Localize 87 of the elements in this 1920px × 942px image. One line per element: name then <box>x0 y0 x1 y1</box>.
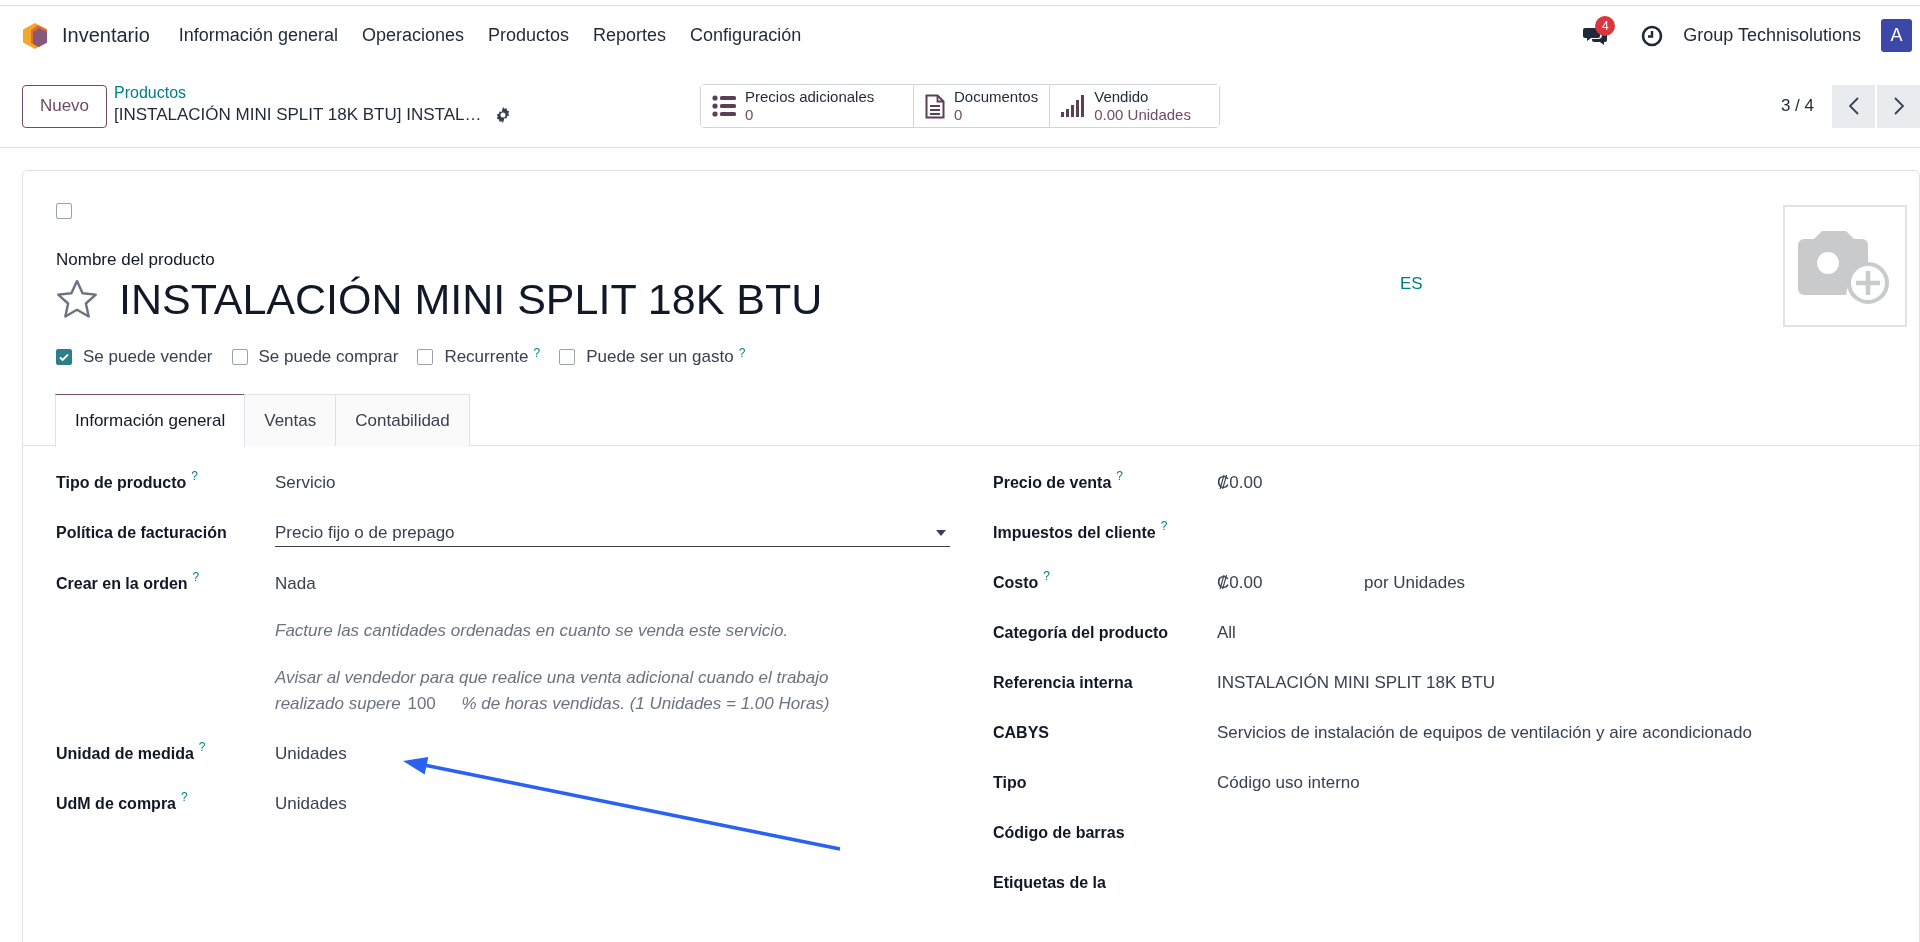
field-value: Servicio <box>275 473 336 492</box>
next-button[interactable] <box>1877 84 1920 128</box>
tab[interactable]: Contabilidad <box>335 394 470 446</box>
checkbox[interactable] <box>231 349 248 365</box>
help-tooltip[interactable]: ? <box>192 571 200 583</box>
help-tooltip[interactable]: ? <box>1043 570 1050 582</box>
field-value: Servicios de instalación de equipos de ventilación y aire acondicionado <box>1217 723 1752 742</box>
percentage-field[interactable]: 100 <box>405 691 462 717</box>
stat-label: Precios adicionales <box>745 88 875 105</box>
menu-item[interactable]: Productos <box>476 25 582 46</box>
help-text: Facture las cantidades ordenadas en cuanto se venda este servicio. <box>275 621 789 640</box>
stat-value: 0.00 Unidades <box>1094 106 1191 123</box>
pager-counter: 3 / 4 <box>1780 96 1814 116</box>
field-label: Precio de venta <box>993 474 1112 491</box>
new-button[interactable]: Nuevo <box>22 84 107 128</box>
tab[interactable]: Información general <box>55 394 246 447</box>
record-title: [INSTALACIÓN MINI SPLIT 18K BTU] INSTAL… <box>114 104 482 126</box>
record-checkbox[interactable] <box>56 203 72 219</box>
app-name[interactable]: Inventario <box>62 24 150 47</box>
menu-item[interactable]: Información general <box>166 25 350 46</box>
stat-label: Documentos <box>954 88 1039 105</box>
help-tooltip[interactable]: ? <box>191 470 199 482</box>
clock-icon[interactable] <box>1641 24 1664 47</box>
field-value: Unidades <box>275 794 347 813</box>
field-label: Impuestos del cliente <box>993 524 1156 541</box>
checkbox-label: Puede ser un gasto <box>586 347 734 367</box>
previous-button[interactable] <box>1832 84 1875 128</box>
field-label: Tipo <box>993 774 1027 791</box>
help-tooltip[interactable]: ? <box>198 741 206 753</box>
field-label: Unidad de medida <box>56 745 194 762</box>
tab[interactable]: Ventas <box>244 394 337 446</box>
field-label: Política de facturación <box>56 524 227 541</box>
company-switcher[interactable]: Group Technisolutions <box>1683 25 1861 46</box>
help-tooltip[interactable]: ? <box>533 347 541 359</box>
notification-badge: 4 <box>1595 15 1616 36</box>
select-field[interactable]: Precio fijo o de prepago <box>275 520 950 547</box>
help-tooltip[interactable]: ? <box>1160 520 1168 532</box>
help-text: Avisar al vendedor para que realice una venta adicional cuando el trabajo <box>275 668 829 687</box>
signal-bars-icon <box>1061 95 1086 117</box>
stat-label: Vendido <box>1094 88 1149 105</box>
chevron-left-icon <box>1848 97 1859 115</box>
help-text: realizado supere <box>275 694 401 713</box>
stat-button[interactable]: Vendido 0.00 Unidades <box>1049 85 1220 127</box>
field-value: ₡0.00 <box>1217 473 1263 492</box>
field-label: Etiquetas de la <box>993 874 1106 891</box>
stat-value: 0 <box>745 106 754 123</box>
star-icon[interactable] <box>56 279 98 319</box>
stat-value: 0 <box>954 106 963 123</box>
product-name[interactable]: INSTALACIÓN MINI SPLIT 18K BTU <box>119 274 823 324</box>
field-label: Categoría del producto <box>993 624 1169 641</box>
checkbox-label: Se puede comprar <box>258 347 399 367</box>
menu-item[interactable]: Operaciones <box>349 25 476 46</box>
help-tooltip[interactable]: ? <box>738 347 746 359</box>
breadcrumb-link[interactable]: Productos <box>114 82 512 104</box>
field-label: Código de barras <box>993 824 1125 841</box>
checkbox[interactable] <box>417 349 434 365</box>
field-label: Tipo de producto <box>56 474 187 491</box>
caret-down-icon <box>936 530 946 536</box>
checkbox-label: Recurrente <box>444 347 529 367</box>
checkbox[interactable] <box>56 349 72 365</box>
list-icon <box>712 95 736 117</box>
menu-item[interactable]: Configuración <box>678 25 814 46</box>
help-tooltip[interactable]: ? <box>181 791 188 803</box>
unit-text: por Unidades <box>1364 573 1466 592</box>
field-label: Referencia interna <box>993 674 1133 691</box>
field-value: ₡0.00 <box>1217 572 1264 594</box>
field-value: All <box>1217 623 1236 642</box>
field-label: Nombre del producto <box>56 249 216 271</box>
field-label: Costo <box>993 574 1039 591</box>
field-value: Código uso interno <box>1217 773 1360 792</box>
field-label: Crear en la orden <box>56 575 188 592</box>
field-value: Unidades <box>275 744 347 763</box>
field-value: INSTALACIÓN MINI SPLIT 18K BTU <box>1217 673 1496 692</box>
app-logo-icon[interactable] <box>22 21 48 50</box>
settings-icon[interactable] <box>495 107 512 123</box>
field-label: UdM de compra <box>56 795 176 812</box>
menu-item[interactable]: Reportes <box>581 25 679 46</box>
document-icon <box>925 93 945 119</box>
language-button[interactable]: ES <box>1400 274 1423 294</box>
field-label: CABYS <box>993 724 1049 741</box>
user-avatar[interactable]: A <box>1881 19 1912 52</box>
checkbox-label: Se puede vender <box>83 347 213 367</box>
checkbox[interactable] <box>559 349 576 365</box>
field-value: Nada <box>275 574 316 593</box>
chevron-right-icon <box>1893 97 1904 115</box>
help-text: % de horas vendidas. (1 Unidades = 1.00 Horas) <box>461 694 830 713</box>
help-tooltip[interactable]: ? <box>1116 470 1123 482</box>
